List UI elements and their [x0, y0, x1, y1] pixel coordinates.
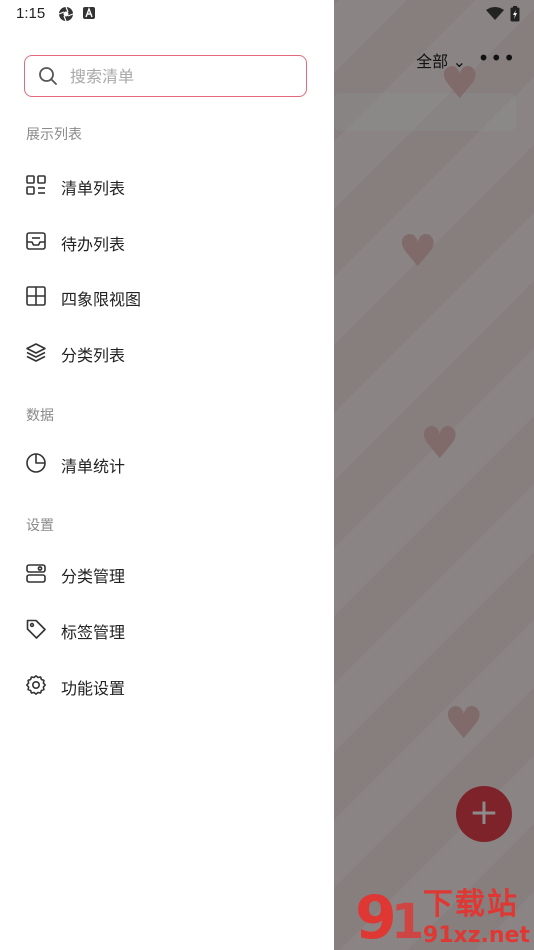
menu-item-label: 标签管理 [61, 623, 126, 642]
menu-item-label: 四象限视图 [61, 290, 142, 309]
watermark-domain: 91xz.net [422, 923, 530, 948]
notification-a-icon [83, 7, 95, 19]
navigation-drawer: 展示列表 清单列表 待办列表 [0, 0, 334, 950]
menu-item-label: 分类管理 [61, 567, 126, 586]
section-header-data: 数据 [26, 408, 54, 424]
watermark: 9 1 下载站 91xz.net [355, 879, 530, 948]
inbox-tray-icon [26, 232, 46, 250]
watermark-site-name: 下载站 [422, 887, 519, 922]
menu-item-quadrant-view[interactable]: 四象限视图 [0, 274, 334, 318]
category-manage-icon [26, 564, 46, 583]
list-grid-icon [26, 175, 46, 195]
menu-item-label: 功能设置 [61, 679, 126, 698]
menu-item-feature-settings[interactable]: 功能设置 [0, 663, 334, 707]
svg-text:1: 1 [391, 894, 423, 948]
menu-item-label: 清单列表 [61, 179, 126, 198]
search-box[interactable] [24, 55, 307, 97]
menu-item-category-list[interactable]: 分类列表 [0, 330, 334, 374]
section-header-display-lists: 展示列表 [26, 127, 82, 143]
layers-icon [26, 343, 46, 362]
tag-icon [26, 619, 46, 639]
quadrant-grid-icon [26, 286, 46, 306]
status-bar: 1:15 [0, 0, 534, 30]
menu-item-tag-management[interactable]: 标签管理 [0, 607, 334, 651]
status-time: 1:15 [16, 5, 46, 22]
menu-item-checklist-stats[interactable]: 清单统计 [0, 441, 334, 485]
menu-item-checklist-list[interactable]: 清单列表 [0, 163, 334, 207]
gear-icon [26, 675, 46, 695]
aperture-icon [58, 6, 74, 22]
pie-chart-icon [26, 453, 46, 473]
menu-item-label: 待办列表 [61, 235, 126, 254]
watermark-logo-icon: 9 1 [355, 883, 423, 948]
battery-charging-icon [510, 6, 520, 22]
wifi-icon [486, 7, 504, 20]
menu-item-todo-list[interactable]: 待办列表 [0, 219, 334, 263]
search-icon [39, 67, 57, 85]
menu-item-label: 清单统计 [61, 457, 126, 476]
menu-item-category-management[interactable]: 分类管理 [0, 551, 334, 595]
section-header-settings: 设置 [26, 518, 54, 534]
search-input[interactable] [68, 65, 272, 87]
menu-item-label: 分类列表 [61, 346, 126, 365]
